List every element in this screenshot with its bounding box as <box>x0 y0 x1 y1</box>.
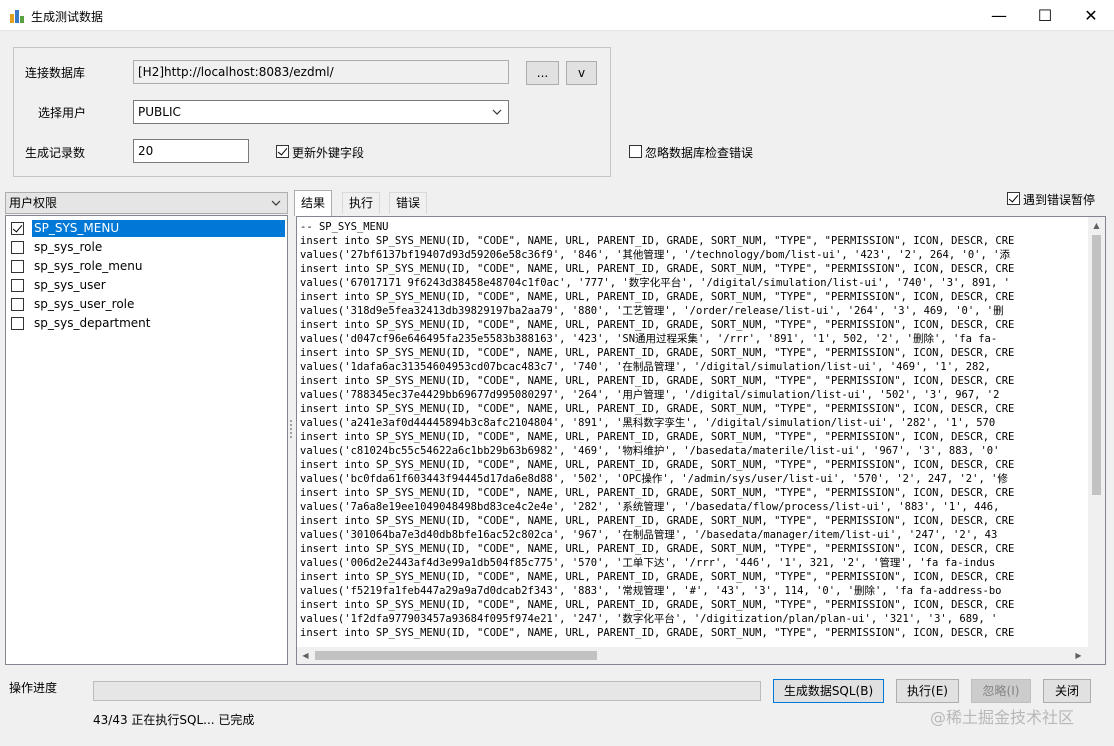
progress-bar <box>93 681 761 701</box>
sql-line: values('bc0fda61f603443f94445d17da6e8d88… <box>300 473 1008 485</box>
sql-line: values('d047cf96e646495fa235e5583b388163… <box>300 333 998 345</box>
sql-line: insert into SP_SYS_MENU(ID, "CODE", NAME… <box>300 487 1015 499</box>
sql-line: values('318d9e5fea32413db39829197ba2aa79… <box>300 305 1004 317</box>
title-bar: 生成测试数据 — ☐ ✕ <box>0 0 1114 31</box>
db-more-button[interactable]: v <box>566 61 597 85</box>
app-icon <box>10 10 24 23</box>
user-select[interactable]: PUBLIC <box>133 100 509 124</box>
list-item-checkbox[interactable] <box>11 241 24 254</box>
ignore-button[interactable]: 忽略(I) <box>971 679 1031 703</box>
maximize-button[interactable]: ☐ <box>1022 0 1068 31</box>
list-item[interactable]: SP_SYS_MENU <box>6 219 287 238</box>
sql-line: values('f5219fa1feb447a29a9a7d0dcab2f343… <box>300 585 1002 597</box>
close-window-button[interactable]: ✕ <box>1068 0 1114 31</box>
scroll-up-icon[interactable]: ▲ <box>1088 217 1105 234</box>
list-item[interactable]: sp_sys_department <box>6 314 287 333</box>
sql-line: insert into SP_SYS_MENU(ID, "CODE", NAME… <box>300 599 1015 611</box>
list-item-label: sp_sys_user_role <box>34 297 135 311</box>
pause-on-error-checkbox[interactable] <box>1007 192 1020 205</box>
count-label: 生成记录数 <box>25 146 86 160</box>
sql-line: insert into SP_SYS_MENU(ID, "CODE", NAME… <box>300 515 1015 527</box>
list-item-checkbox[interactable] <box>11 279 24 292</box>
scroll-right-icon[interactable]: ▶ <box>1070 647 1087 664</box>
result-text-area[interactable]: -- SP_SYS_MENUinsert into SP_SYS_MENU(ID… <box>296 216 1106 665</box>
list-item[interactable]: sp_sys_user <box>6 276 287 295</box>
sql-line: insert into SP_SYS_MENU(ID, "CODE", NAME… <box>300 319 1015 331</box>
watermark: @稀土掘金技术社区 <box>930 708 1075 727</box>
sql-line: -- SP_SYS_MENU <box>300 221 389 233</box>
progress-label: 操作进度 <box>9 681 58 695</box>
sql-line: values('1f2dfa977903457a93684f095f974e21… <box>300 613 998 625</box>
list-item-checkbox[interactable] <box>11 222 24 235</box>
ignore-check-checkbox[interactable] <box>629 145 642 158</box>
sql-line: values('27bf6137bf19407d93d59206e58c36f9… <box>300 249 1010 261</box>
sql-line: insert into SP_SYS_MENU(ID, "CODE", NAME… <box>300 347 1015 359</box>
list-item-label: SP_SYS_MENU <box>32 220 285 237</box>
pause-on-error-label: 遇到错误暂停 <box>1023 193 1096 207</box>
list-item-label: sp_sys_department <box>34 316 151 330</box>
sql-line: insert into SP_SYS_MENU(ID, "CODE", NAME… <box>300 431 1015 443</box>
db-label: 连接数据库 <box>25 66 86 80</box>
vertical-scrollbar[interactable]: ▲ <box>1088 217 1105 647</box>
sql-line: values('006d2e2443af4d3e99a1db504f85c775… <box>300 557 996 569</box>
db-url-field[interactable]: [H2]http://localhost:8083/ezdml/ <box>133 60 509 84</box>
splitter-handle[interactable] <box>290 420 293 440</box>
sql-line: values('c81024bc55c54622a6c1bb29b63b6982… <box>300 445 1000 457</box>
sql-line: insert into SP_SYS_MENU(ID, "CODE", NAME… <box>300 627 1015 639</box>
ignore-check-label: 忽略数据库检查错误 <box>645 146 754 160</box>
sql-line: values('7a6a8e19ee1049048498bd83ce4c2e4e… <box>300 501 1000 513</box>
execute-button[interactable]: 执行(E) <box>896 679 959 703</box>
list-item-checkbox[interactable] <box>11 260 24 273</box>
list-item-label: sp_sys_user <box>34 278 106 292</box>
list-item-checkbox[interactable] <box>11 298 24 311</box>
sql-line: values('301064ba7e3d40db8bfe16ac52c802ca… <box>300 529 998 541</box>
sql-line: insert into SP_SYS_MENU(ID, "CODE", NAME… <box>300 459 1015 471</box>
minimize-button[interactable]: — <box>976 0 1022 31</box>
close-button[interactable]: 关闭 <box>1043 679 1091 703</box>
list-item-label: sp_sys_role_menu <box>34 259 143 273</box>
chevron-down-icon <box>492 109 502 115</box>
table-list: SP_SYS_MENU sp_sys_role sp_sys_role_menu… <box>5 215 288 665</box>
window-title: 生成测试数据 <box>31 10 104 24</box>
tab-result[interactable]: 结果 <box>294 190 333 216</box>
user-select-value: PUBLIC <box>138 105 181 119</box>
sql-line: insert into SP_SYS_MENU(ID, "CODE", NAME… <box>300 291 1015 303</box>
sql-line: insert into SP_SYS_MENU(ID, "CODE", NAME… <box>300 235 1015 247</box>
db-browse-button[interactable]: ... <box>526 61 559 85</box>
list-item-checkbox[interactable] <box>11 317 24 330</box>
sql-line: insert into SP_SYS_MENU(ID, "CODE", NAME… <box>300 375 1015 387</box>
generate-sql-button[interactable]: 生成数据SQL(B) <box>773 679 884 703</box>
category-select[interactable]: 用户权限 <box>5 192 288 214</box>
list-item[interactable]: sp_sys_role_menu <box>6 257 287 276</box>
sql-line: values('67017171 9f6243d38458e48704c1f0a… <box>300 277 1010 289</box>
update-fk-checkbox[interactable] <box>276 145 289 158</box>
sql-output: -- SP_SYS_MENUinsert into SP_SYS_MENU(ID… <box>300 220 1085 644</box>
record-count-input[interactable]: 20 <box>133 139 249 163</box>
scroll-thumb[interactable] <box>315 651 597 660</box>
tab-execute[interactable]: 执行 <box>342 192 381 214</box>
chevron-down-icon <box>271 200 281 206</box>
list-item[interactable]: sp_sys_user_role <box>6 295 287 314</box>
sql-line: insert into SP_SYS_MENU(ID, "CODE", NAME… <box>300 263 1015 275</box>
tab-error[interactable]: 错误 <box>389 192 428 214</box>
sql-line: values('788345ec37e4429bb69677d995080297… <box>300 389 1000 401</box>
list-item-label: sp_sys_role <box>34 240 103 254</box>
sql-line: values('a241e3af0d44445894b3c8afc2104804… <box>300 417 996 429</box>
horizontal-scrollbar[interactable]: ◀ ▶ <box>297 647 1105 664</box>
sql-line: insert into SP_SYS_MENU(ID, "CODE", NAME… <box>300 571 1015 583</box>
scroll-left-icon[interactable]: ◀ <box>297 647 314 664</box>
scroll-thumb[interactable] <box>1092 235 1101 495</box>
status-text: 43/43 正在执行SQL... 已完成 <box>93 713 255 727</box>
sql-line: values('1dafa6ac31354604953cd07bcac483c7… <box>300 361 991 373</box>
update-fk-label: 更新外键字段 <box>292 146 365 160</box>
sql-line: insert into SP_SYS_MENU(ID, "CODE", NAME… <box>300 403 1015 415</box>
user-label: 选择用户 <box>38 106 87 120</box>
list-item[interactable]: sp_sys_role <box>6 238 287 257</box>
sql-line: insert into SP_SYS_MENU(ID, "CODE", NAME… <box>300 543 1015 555</box>
category-select-value: 用户权限 <box>9 196 58 210</box>
